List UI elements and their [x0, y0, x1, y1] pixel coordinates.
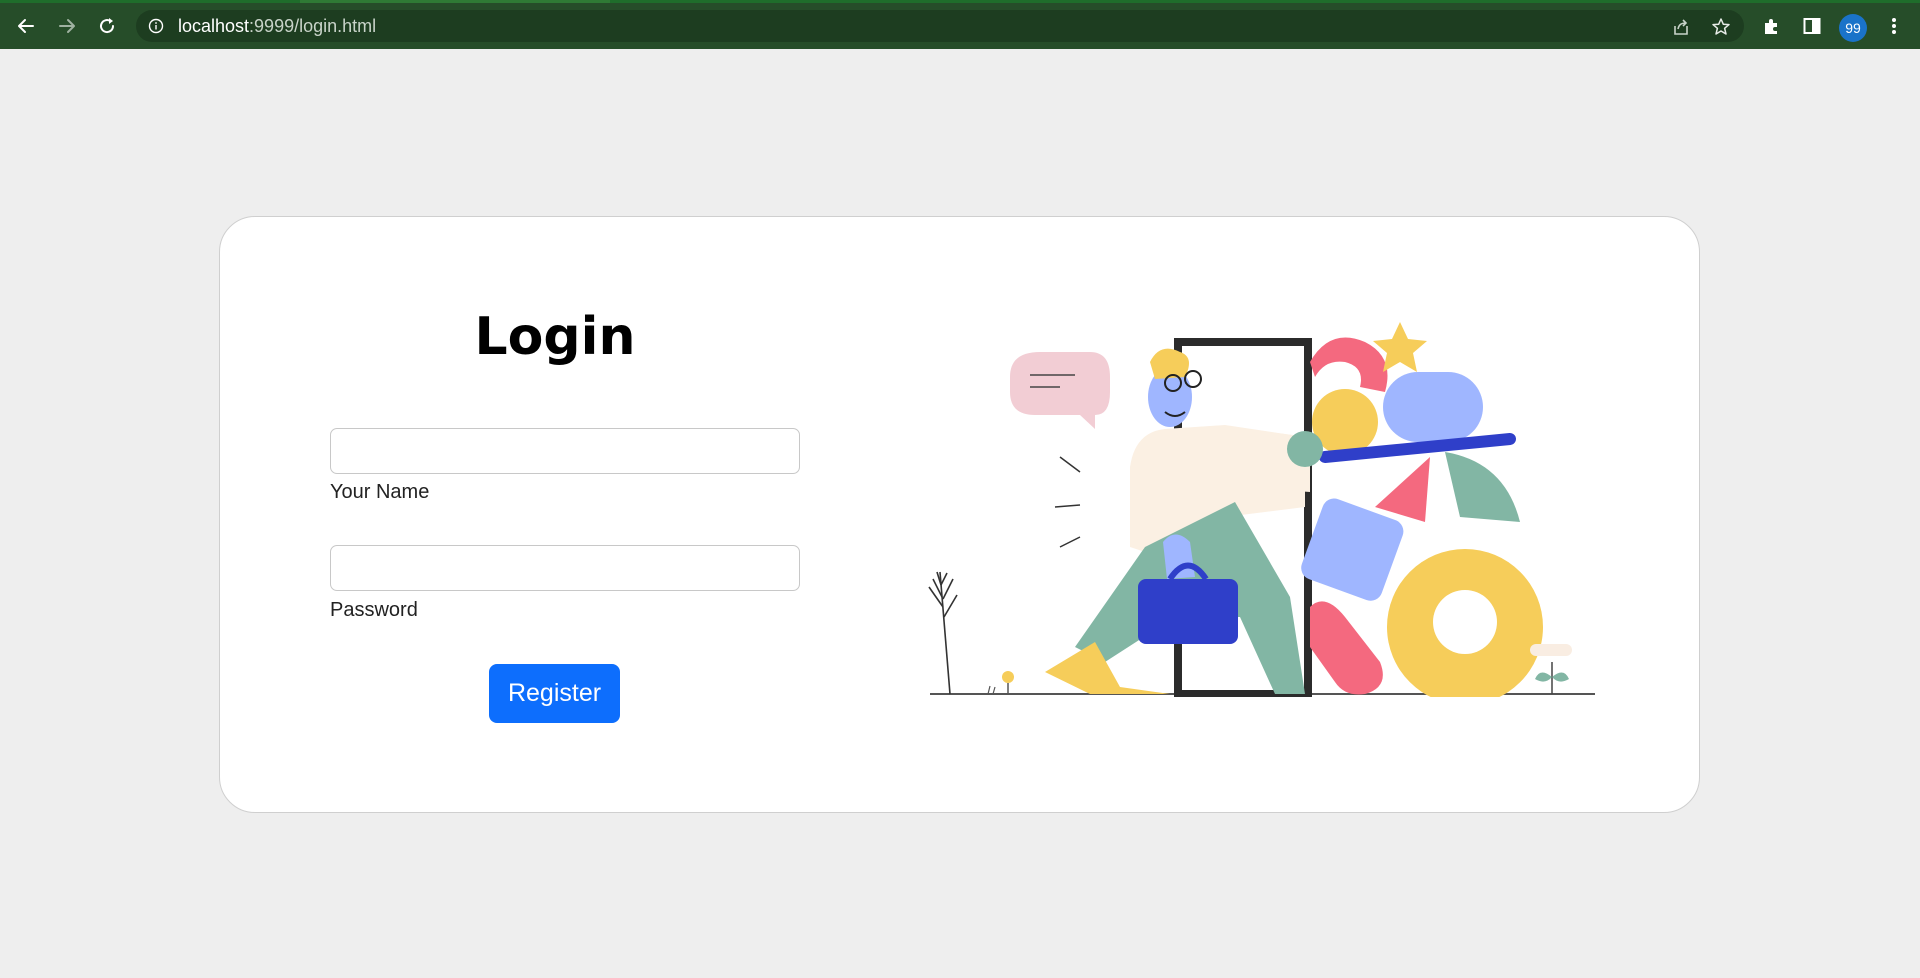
password-label: Password [330, 599, 418, 621]
page-title: Login [474, 307, 636, 367]
info-icon[interactable] [148, 18, 164, 34]
share-icon[interactable] [1670, 16, 1692, 38]
star-icon[interactable] [1710, 16, 1732, 38]
tab-strip-indicator [300, 0, 610, 3]
url-text[interactable]: localhost:9999/login.html [178, 10, 376, 42]
side-panel-icon[interactable] [1800, 14, 1824, 38]
login-illustration [928, 322, 1595, 697]
url-path: :9999/login.html [249, 16, 377, 36]
plant-illustration [928, 571, 958, 695]
browser-toolbar: localhost:9999/login.html 99 [0, 0, 1920, 49]
menu-icon[interactable] [1882, 14, 1906, 38]
extensions-icon[interactable] [1760, 14, 1784, 38]
url-host: localhost [178, 16, 250, 36]
login-card: Login Your Name Password Register [219, 216, 1700, 813]
address-bar[interactable]: localhost:9999/login.html [136, 10, 1744, 42]
register-button[interactable]: Register [489, 664, 620, 723]
profile-avatar[interactable]: 99 [1839, 14, 1867, 42]
reload-icon[interactable] [93, 12, 121, 40]
back-icon[interactable] [12, 12, 40, 40]
password-input[interactable] [330, 545, 800, 591]
name-label: Your Name [330, 481, 430, 503]
forward-icon[interactable] [53, 12, 81, 40]
name-input[interactable] [330, 428, 800, 474]
